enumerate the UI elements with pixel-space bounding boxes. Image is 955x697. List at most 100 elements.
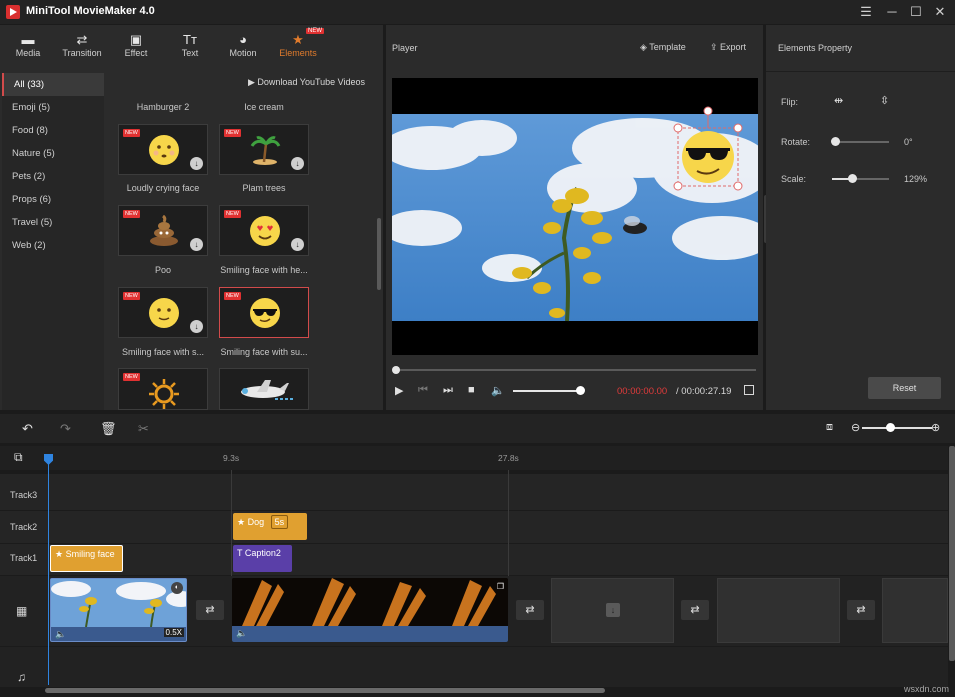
minimize-icon[interactable]: ─	[882, 3, 902, 21]
video-clip-1[interactable]: 🔈 0.5X ◐	[50, 578, 187, 642]
elements-icon: ★	[272, 32, 324, 48]
add-track-icon[interactable]: ⧉	[14, 450, 23, 465]
video-clip-2[interactable]: 🔈 ❐	[232, 578, 508, 642]
elements-scrollbar[interactable]	[377, 218, 381, 290]
undo-icon[interactable]: ↶	[22, 421, 33, 437]
volume-slider[interactable]	[513, 390, 581, 392]
tab-motion[interactable]: ◕Motion	[217, 32, 269, 68]
zoom-in-icon[interactable]: ⊕	[931, 421, 940, 434]
zoom-out-icon[interactable]: ⊖	[851, 421, 860, 434]
volume-knob[interactable]	[576, 386, 585, 395]
element-label: Poo	[108, 265, 218, 275]
new-badge: NEW	[123, 210, 140, 218]
total-time: / 00:00:27.19	[676, 386, 731, 397]
flip-vertical-icon[interactable]: ⇳	[880, 94, 889, 107]
poo-emoji-icon	[148, 215, 180, 247]
volume-icon[interactable]: 🔈	[491, 384, 505, 397]
element-thumb-sun[interactable]: NEW	[118, 368, 208, 410]
category-nature[interactable]: Nature (5)	[2, 142, 104, 165]
template-button[interactable]: ◈ Template	[640, 42, 686, 53]
empty-media-slot[interactable]: ↓	[551, 578, 674, 643]
next-frame-icon[interactable]: ⏭	[443, 384, 453, 397]
close-icon[interactable]: ✕	[930, 3, 950, 21]
category-all[interactable]: All (33)	[2, 73, 104, 96]
clip-effect-icon: ◐	[171, 582, 183, 594]
caption-clip[interactable]: T Caption2	[233, 545, 292, 572]
flip-horizontal-icon[interactable]: ⇹	[834, 94, 843, 107]
rotate-slider-knob[interactable]	[831, 137, 840, 146]
delete-icon[interactable]: 🗑	[100, 421, 117, 437]
tab-media[interactable]: ▬Media	[2, 32, 54, 68]
tab-text[interactable]: TтText	[164, 32, 216, 68]
split-icon[interactable]: ✂	[138, 421, 149, 437]
clip-volume-icon[interactable]: 🔈	[236, 628, 247, 639]
download-icon[interactable]: ↓	[190, 157, 203, 170]
element-thumb-poo[interactable]: NEW ↓	[118, 205, 208, 256]
playback-progress-bar[interactable]	[394, 369, 756, 371]
new-badge: NEW	[123, 129, 140, 137]
fullscreen-icon[interactable]	[744, 385, 754, 395]
folder-icon: ▬	[2, 32, 54, 48]
element-thumb-airplane[interactable]	[219, 368, 309, 410]
redo-icon[interactable]: ↷	[60, 421, 71, 437]
rotate-value: 0°	[904, 137, 913, 147]
video-preview[interactable]	[392, 78, 758, 355]
tab-transition[interactable]: ⇄Transition	[56, 32, 108, 68]
divider	[766, 71, 955, 72]
element-thumb-plam-trees[interactable]: NEW ↓	[219, 124, 309, 175]
category-travel[interactable]: Travel (5)	[2, 211, 104, 234]
clip-volume-icon[interactable]: 🔈	[55, 629, 66, 640]
zoom-slider[interactable]	[862, 427, 932, 429]
zoom-slider-knob[interactable]	[886, 423, 895, 432]
element-label: Smiling face with s...	[108, 347, 218, 357]
category-web[interactable]: Web (2)	[2, 234, 104, 257]
download-youtube-link[interactable]: ▶ Download YouTube Videos	[248, 77, 365, 88]
download-icon[interactable]: ↓	[190, 320, 203, 333]
transition-slot-button[interactable]: ⇄	[516, 600, 544, 620]
element-thumb-sunglasses-selected[interactable]: NEW	[219, 287, 309, 338]
text-icon: Tт	[164, 32, 216, 48]
previous-frame-icon[interactable]: ⏮	[418, 384, 428, 397]
divider	[231, 470, 232, 576]
stop-icon[interactable]: ■	[468, 384, 475, 396]
reset-button[interactable]: Reset	[868, 377, 941, 399]
play-icon[interactable]: ▶	[395, 384, 403, 397]
playback-progress-knob[interactable]	[392, 366, 400, 374]
timeline-ruler[interactable]	[0, 446, 948, 470]
tab-effect[interactable]: ▣Effect	[110, 32, 162, 68]
category-food[interactable]: Food (8)	[2, 119, 104, 142]
properties-title: Elements Property	[778, 43, 852, 53]
tab-elements[interactable]: ★Elements	[272, 32, 324, 68]
element-thumb-loudly-crying-face[interactable]: NEW ↓	[118, 124, 208, 175]
hamburger-menu-icon[interactable]: ☰	[856, 3, 876, 21]
empty-media-slot[interactable]	[717, 578, 840, 643]
download-icon[interactable]: ↓	[190, 238, 203, 251]
scale-slider-knob[interactable]	[848, 174, 857, 183]
element-thumb-smiling-face[interactable]: NEW ↓	[118, 287, 208, 338]
transition-slot-button[interactable]: ⇄	[681, 600, 709, 620]
transition-slot-button[interactable]: ⇄	[847, 600, 875, 620]
category-emoji[interactable]: Emoji (5)	[2, 96, 104, 119]
timeline-vertical-scrollbar[interactable]	[949, 446, 955, 661]
rotate-slider[interactable]	[834, 141, 889, 143]
timeline-horizontal-scrollbar[interactable]	[45, 688, 605, 693]
empty-media-slot[interactable]	[882, 578, 948, 643]
music-track-icon: ♫	[17, 670, 26, 684]
download-icon[interactable]: ↓	[291, 157, 304, 170]
element-thumb-heart-eyes[interactable]: NEW ↓	[219, 205, 309, 256]
watermark: wsxdn.com	[904, 684, 949, 694]
element-clip-dog[interactable]: ★ Dog 5s	[233, 513, 307, 540]
maximize-icon[interactable]: ☐	[906, 3, 926, 21]
category-props[interactable]: Props (6)	[2, 188, 104, 211]
fit-timeline-icon[interactable]: ⧈	[826, 421, 833, 434]
download-icon: ↓	[606, 603, 620, 617]
category-pets[interactable]: Pets (2)	[2, 165, 104, 188]
heart-eyes-emoji-icon	[249, 215, 281, 247]
scale-slider[interactable]	[832, 178, 889, 180]
playhead[interactable]	[48, 455, 49, 685]
element-clip-smiling-face[interactable]: ★ Smiling face	[50, 545, 123, 572]
export-button[interactable]: ⇪ Export	[710, 42, 746, 53]
download-icon[interactable]: ↓	[291, 238, 304, 251]
transition-slot-button[interactable]: ⇄	[196, 600, 224, 620]
category-list: All (33) Emoji (5) Food (8) Nature (5) P…	[2, 73, 104, 410]
